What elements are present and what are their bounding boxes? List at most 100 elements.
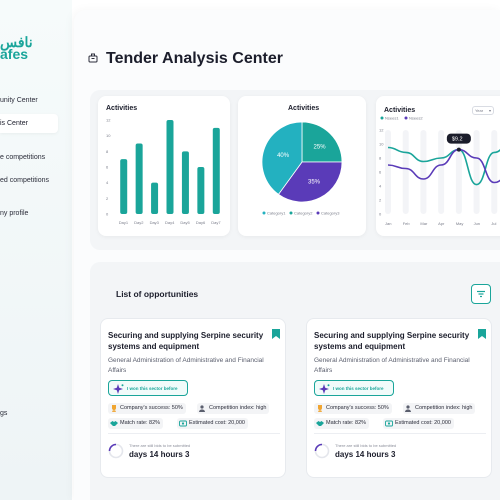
- estimated-cost-stat: Estimated cost: 20,000: [383, 418, 454, 429]
- y-tick-label: 0: [106, 212, 109, 217]
- bookmark-icon[interactable]: [478, 329, 486, 339]
- remaining-time: days 14 hours 3: [129, 450, 190, 459]
- won-sector-text: I won this sector before: [127, 386, 178, 391]
- logo-english: afes: [0, 46, 29, 62]
- sparkle-icon: [113, 384, 124, 394]
- opportunity-organization: General Administration of Administrative…: [314, 357, 470, 374]
- legend-label: Category2: [294, 211, 313, 216]
- money-icon: [385, 420, 393, 427]
- x-tick-label: Apr: [438, 221, 445, 226]
- bar: [151, 182, 159, 214]
- legend-swatch: [289, 211, 293, 215]
- pie-slice: [301, 121, 343, 163]
- x-tick-label: Mar: [420, 221, 428, 226]
- column-band: [420, 130, 427, 214]
- users-icon: [199, 405, 205, 412]
- bookmark-icon[interactable]: [272, 329, 280, 339]
- bar: [181, 151, 189, 214]
- won-sector-badge: I won this sector before: [314, 380, 394, 396]
- sidebar-item-analysis-center[interactable]: is Center: [0, 114, 58, 133]
- users-icon: [405, 405, 411, 412]
- handshake-icon: [110, 421, 118, 426]
- legend-swatch: [316, 211, 320, 215]
- column-band: [473, 130, 480, 214]
- sidebar-item-active-competitions[interactable]: e competitions: [0, 154, 45, 161]
- legend-swatch: [262, 211, 266, 215]
- tooltip-value: $9.2: [452, 137, 463, 143]
- opportunities-section: List of opportunities Securing and suppl…: [90, 262, 500, 500]
- trophy-icon: [112, 405, 116, 412]
- column-band: [438, 130, 445, 214]
- y-tick-label: 0: [379, 212, 382, 217]
- money-icon: [179, 420, 187, 427]
- match-rate-stat: Match rate: 82%: [108, 418, 164, 429]
- filter-icon: [477, 290, 485, 298]
- won-sector-badge: I won this sector before: [108, 380, 188, 396]
- filter-button[interactable]: [471, 284, 491, 304]
- x-tick-label: Feb: [403, 221, 411, 226]
- y-tick-label: 8: [379, 156, 382, 161]
- card-divider: [108, 433, 280, 434]
- y-tick-label: 12: [106, 118, 111, 123]
- column-band: [491, 130, 498, 214]
- remaining-label: There are still bids to be submitted: [129, 443, 191, 448]
- column-band: [385, 130, 391, 214]
- competition-index-stat: Competition index: high: [197, 403, 270, 414]
- y-tick-label: 8: [106, 149, 109, 154]
- page-title: Tender Analysis Center: [106, 50, 283, 67]
- estimated-cost-stat: Estimated cost: 20,000: [177, 418, 248, 429]
- opportunity-organization: General Administration of Administrative…: [108, 357, 264, 374]
- sidebar: نافس afes unity Center is Center e compe…: [0, 0, 72, 500]
- pie-slice-label: 35%: [308, 180, 321, 186]
- opportunity-name: Securing and supplying Serpine security …: [108, 331, 264, 351]
- x-tick-label: Day6: [196, 220, 206, 225]
- x-tick-label: Day1: [119, 220, 129, 225]
- opportunity-card[interactable]: Securing and supplying Serpine security …: [100, 318, 286, 478]
- legend-label: Nsees2: [409, 116, 423, 121]
- y-tick-label: 2: [106, 196, 109, 201]
- handshake-icon: [316, 421, 324, 426]
- x-tick-label: Day4: [165, 220, 175, 225]
- y-tick-label: 4: [106, 180, 109, 185]
- bar: [120, 159, 128, 214]
- x-tick-label: Day3: [150, 220, 160, 225]
- pie-slice-label: 40%: [277, 153, 290, 159]
- y-tick-label: 10: [106, 133, 111, 138]
- briefcase-icon: [88, 53, 98, 63]
- x-tick-label: May: [456, 221, 464, 226]
- remaining-label: There are still bids to be submitted: [335, 443, 397, 448]
- x-tick-label: Jun: [474, 221, 480, 226]
- legend-swatch: [404, 116, 408, 120]
- y-tick-label: 6: [379, 170, 382, 175]
- x-tick-label: Jul: [491, 221, 496, 226]
- x-tick-label: Jan: [385, 221, 391, 226]
- remaining-time: days 14 hours 3: [335, 450, 396, 459]
- opportunity-card[interactable]: Securing and supplying Serpine security …: [306, 318, 492, 478]
- y-tick-label: 10: [379, 142, 384, 147]
- match-rate-stat: Match rate: 82%: [314, 418, 370, 429]
- sparkle-icon: [319, 384, 330, 394]
- bar: [197, 167, 205, 214]
- company-success-stat: Company's success: 50%: [108, 403, 186, 414]
- column-band: [402, 130, 409, 214]
- won-sector-text: I won this sector before: [333, 386, 384, 391]
- sidebar-item-saved-competitions[interactable]: ed competitions: [0, 177, 49, 184]
- opportunities-title: List of opportunities: [116, 289, 199, 299]
- sidebar-item-company-profile[interactable]: ny profile: [0, 210, 28, 217]
- bar-chart-card: Activities 0 2 4 6 8 10 12 Day1 Day2 Day3 Day4 Day5…: [98, 96, 230, 236]
- main-content: Tender Analysis Center Activities 024681…: [74, 10, 500, 500]
- pie-chart: 25% 35% 40% Category1 Category2 Category3: [261, 121, 343, 216]
- bar: [135, 143, 143, 214]
- brand-logo: نافس afes: [0, 35, 33, 62]
- line-chart: Nsees1 Nsees2 0 2 4 6 8 10 12 Jan Feb Mar Apr May Jun J…: [379, 116, 500, 226]
- progress-ring-icon: [314, 443, 330, 459]
- bar: [212, 127, 220, 214]
- y-tick-label: 4: [379, 184, 382, 189]
- y-tick-label: 6: [106, 165, 109, 170]
- y-tick-label: 12: [379, 128, 384, 133]
- legend-label: Category3: [321, 211, 340, 216]
- company-success-stat: Company's success: 50%: [314, 403, 392, 414]
- sidebar-item-settings[interactable]: gs: [0, 410, 7, 417]
- y-tick-label: 2: [379, 198, 382, 203]
- sidebar-item-opportunity-center[interactable]: unity Center: [0, 97, 38, 104]
